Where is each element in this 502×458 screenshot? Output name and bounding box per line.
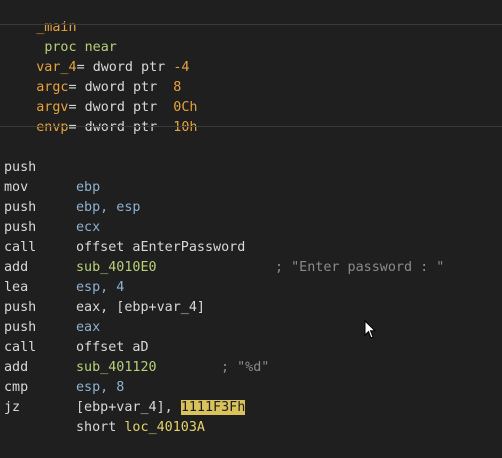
operand[interactable]: esp, 4	[76, 278, 124, 298]
code-line[interactable]: push ebp	[4, 138, 100, 195]
proc-name[interactable]: _main	[36, 20, 76, 35]
var-line[interactable]: envp= dword ptr 10h	[4, 98, 197, 135]
code-line[interactable]: push offset aD ; "%d"	[4, 298, 269, 375]
operand[interactable]: eax	[76, 318, 100, 338]
operand[interactable]: sub_4010E0	[76, 258, 157, 278]
highlighted-constant[interactable]: 1111F3Fh	[180, 400, 246, 415]
vars-separator	[0, 126, 502, 127]
operand[interactable]: ebp, esp	[76, 198, 141, 218]
mouse-cursor-icon	[364, 320, 377, 339]
code-line[interactable]: push offset aEnterPassword ; "Enter pass…	[4, 198, 444, 275]
proc-header-line[interactable]: _main proc near	[4, 0, 117, 55]
var-line[interactable]: argv= dword ptr 0Ch	[4, 78, 197, 115]
comment: ; "Enter password : "	[275, 260, 445, 275]
operand[interactable]: offset aEnterPassword	[76, 238, 245, 258]
var-name[interactable]: envp	[36, 120, 68, 135]
operand[interactable]: ecx	[76, 218, 100, 238]
operand[interactable]: offset aD	[76, 338, 149, 358]
operand[interactable]: ebp	[76, 178, 100, 198]
code-line[interactable]: jz short loc_40103A	[4, 378, 205, 435]
var-line[interactable]: var_4= dword ptr -4	[4, 38, 189, 75]
code-line[interactable]: add esp, 4	[4, 238, 124, 295]
var-line[interactable]: argc= dword ptr 8	[4, 58, 181, 95]
disassembly-view[interactable]: _main proc near var_4= dword ptr -4 argc…	[0, 0, 502, 435]
operand[interactable]: esp, 8	[76, 378, 124, 398]
code-line[interactable]: add esp, 8	[4, 338, 124, 395]
code-line[interactable]: call sub_4010E0	[4, 218, 157, 275]
jump-target[interactable]: loc_40103A	[124, 420, 205, 435]
operand[interactable]: [ebp+var_4], 1111F3Fh	[76, 398, 246, 418]
code-line[interactable]: cmp [ebp+var_4], 1111F3Fh	[4, 358, 246, 415]
operand[interactable]: sub_401120	[76, 358, 157, 378]
code-line[interactable]: lea eax, [ebp+var_4]	[4, 258, 205, 315]
code-line[interactable]: push eax	[4, 278, 100, 335]
code-line[interactable]: mov ebp, esp	[4, 158, 141, 215]
comment: ; "%d"	[221, 360, 270, 375]
code-line[interactable]: call sub_401120	[4, 318, 157, 375]
operand[interactable]: eax, [ebp+var_4]	[76, 298, 205, 318]
code-line[interactable]: push ecx	[4, 178, 100, 235]
operand[interactable]: short loc_40103A	[76, 418, 205, 438]
header-separator	[0, 24, 502, 25]
mnemonic: jz	[4, 400, 21, 415]
